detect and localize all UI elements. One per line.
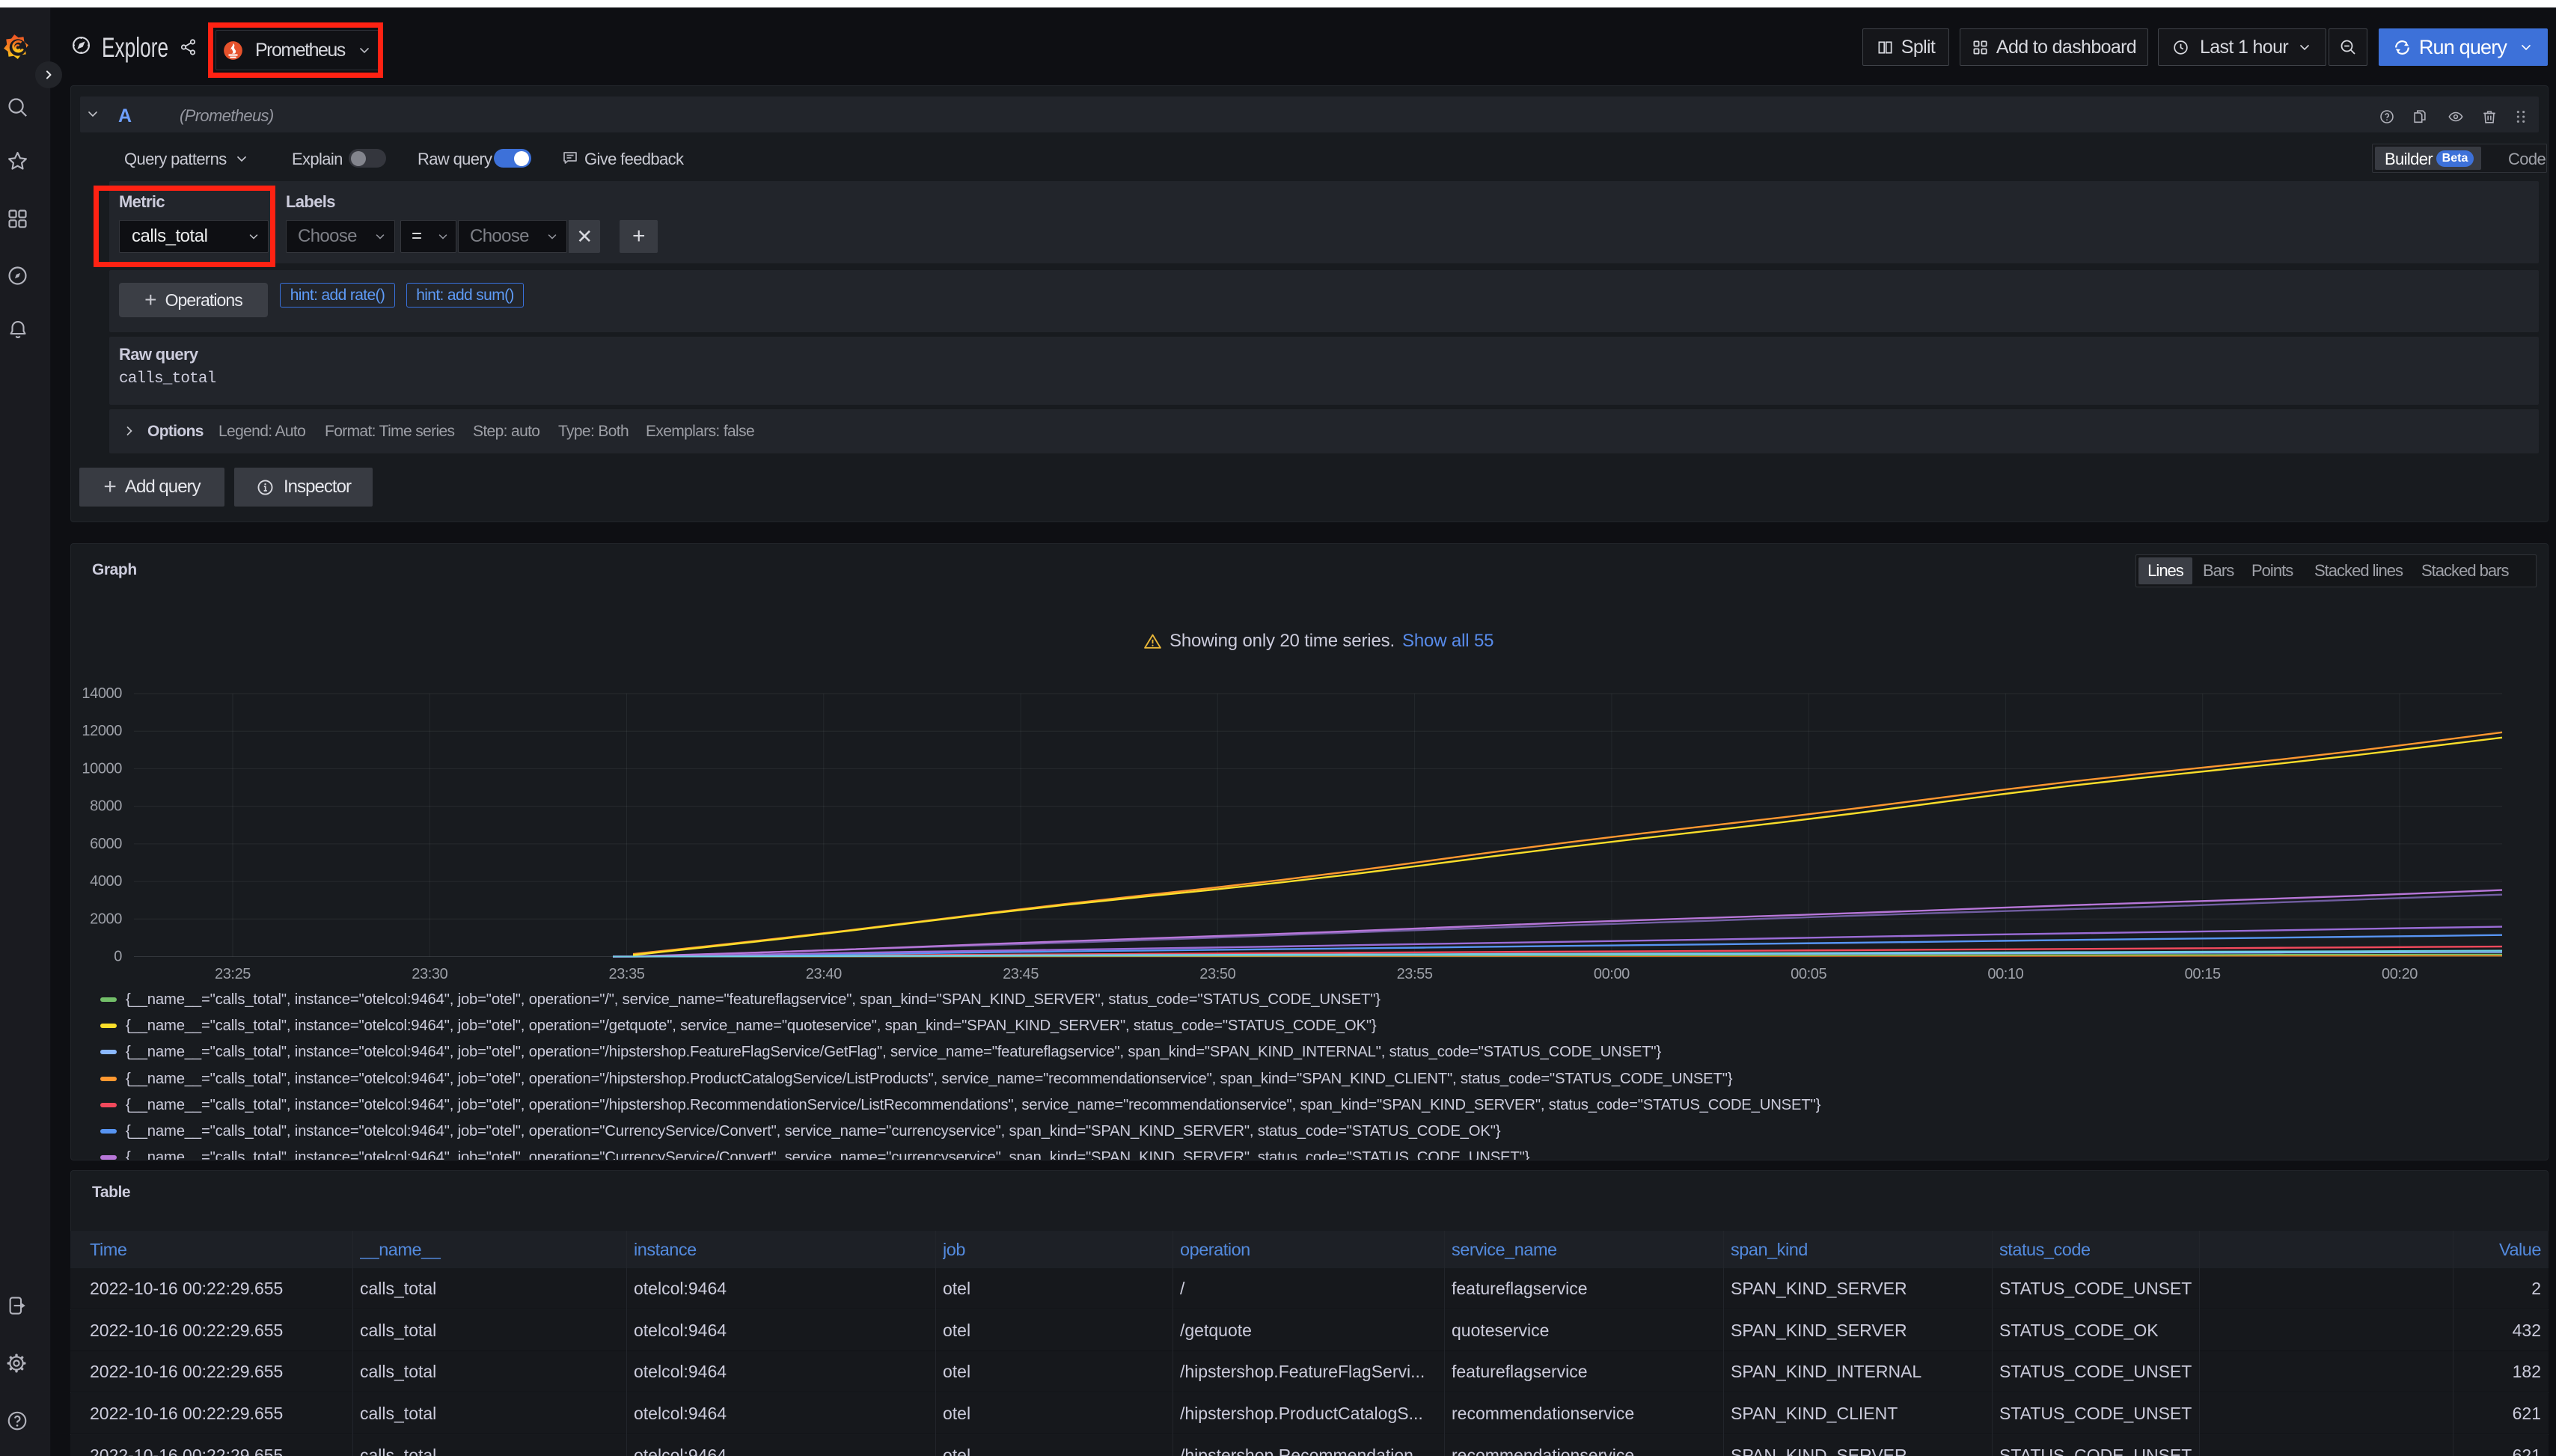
svg-text:23:35: 23:35 [608, 966, 644, 982]
svg-text:00:00: 00:00 [1594, 966, 1630, 982]
svg-text:10000: 10000 [82, 760, 122, 777]
svg-text:14000: 14000 [82, 685, 122, 702]
svg-text:00:15: 00:15 [2185, 966, 2221, 982]
svg-text:00:10: 00:10 [1987, 966, 2023, 982]
svg-text:12000: 12000 [82, 723, 122, 739]
svg-text:23:50: 23:50 [1199, 966, 1235, 982]
svg-text:23:55: 23:55 [1397, 966, 1433, 982]
svg-text:2000: 2000 [90, 911, 122, 927]
svg-text:00:05: 00:05 [1791, 966, 1826, 982]
svg-text:00:20: 00:20 [2382, 966, 2418, 982]
svg-text:23:45: 23:45 [1003, 966, 1039, 982]
svg-text:23:30: 23:30 [412, 966, 447, 982]
svg-text:6000: 6000 [90, 836, 122, 852]
svg-text:23:25: 23:25 [215, 966, 251, 982]
svg-text:23:40: 23:40 [806, 966, 842, 982]
svg-text:8000: 8000 [90, 798, 122, 815]
svg-text:0: 0 [114, 949, 122, 965]
svg-text:4000: 4000 [90, 873, 122, 890]
